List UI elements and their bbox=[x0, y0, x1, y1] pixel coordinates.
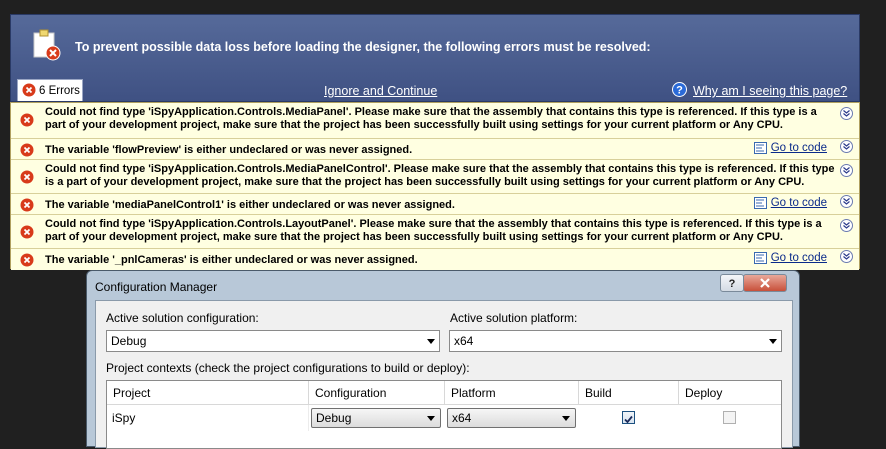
dialog-title: Configuration Manager bbox=[95, 280, 218, 294]
error-message: The variable 'flowPreview' is either und… bbox=[45, 144, 413, 156]
expand-chevron-icon[interactable] bbox=[840, 164, 853, 177]
row-platform-dropdown[interactable]: x64 bbox=[447, 408, 576, 428]
ignore-and-continue-link[interactable]: Ignore and Continue bbox=[324, 84, 437, 98]
build-checkbox[interactable] bbox=[622, 411, 635, 424]
dropdown-arrow-icon bbox=[427, 339, 435, 344]
row-configuration-value: Debug bbox=[316, 411, 352, 425]
row-configuration-dropdown[interactable]: Debug bbox=[311, 408, 441, 428]
error-icon bbox=[20, 170, 34, 184]
tab-errors-label: 6 Errors bbox=[39, 85, 80, 97]
column-header-deploy: Deploy bbox=[679, 381, 781, 405]
checkmark-icon bbox=[624, 415, 633, 424]
error-message: Could not find type 'iSpyApplication.Con… bbox=[45, 163, 835, 188]
help-icon[interactable]: ? bbox=[672, 82, 687, 97]
column-header-project: Project bbox=[107, 381, 309, 405]
error-icon bbox=[20, 198, 34, 212]
error-header: To prevent possible data loss before loa… bbox=[10, 14, 860, 102]
go-to-code-label: Go to code bbox=[770, 252, 827, 265]
dropdown-arrow-icon bbox=[427, 416, 435, 421]
column-header-configuration: Configuration bbox=[309, 381, 445, 405]
designer-error-panel: To prevent possible data loss before loa… bbox=[10, 14, 860, 270]
go-to-code-link[interactable]: Go to code bbox=[753, 142, 827, 155]
error-item: The variable 'flowPreview' is either und… bbox=[11, 139, 859, 160]
svg-text:?: ? bbox=[676, 85, 683, 97]
error-item: Could not find type 'iSpyApplication.Con… bbox=[11, 160, 859, 194]
active-config-dropdown[interactable]: Debug bbox=[106, 330, 440, 352]
expand-chevron-icon[interactable] bbox=[840, 107, 853, 120]
clipboard-error-icon bbox=[33, 29, 61, 61]
dropdown-arrow-icon bbox=[562, 416, 570, 421]
dropdown-arrow-icon bbox=[769, 339, 777, 344]
row-platform-value: x64 bbox=[452, 411, 472, 425]
question-icon: ? bbox=[729, 278, 736, 290]
code-file-icon bbox=[753, 197, 767, 209]
error-header-title: To prevent possible data loss before loa… bbox=[75, 40, 651, 54]
dialog-frame: Configuration Manager ? Active solution … bbox=[86, 270, 800, 449]
go-to-code-label: Go to code bbox=[770, 197, 827, 210]
error-message: Could not find type 'iSpyApplication.Con… bbox=[45, 106, 817, 131]
column-header-platform: Platform bbox=[445, 381, 579, 405]
expand-chevron-icon[interactable] bbox=[840, 140, 853, 153]
error-item: The variable '_pnlCameras' is either und… bbox=[11, 249, 859, 270]
error-message: The variable '_pnlCameras' is either und… bbox=[45, 254, 418, 266]
expand-chevron-icon[interactable] bbox=[840, 250, 853, 263]
deploy-checkbox[interactable] bbox=[723, 411, 736, 424]
go-to-code-label: Go to code bbox=[770, 142, 827, 155]
error-item: The variable 'mediaPanelControl1' is eit… bbox=[11, 194, 859, 215]
error-icon bbox=[20, 225, 34, 239]
error-icon bbox=[20, 253, 34, 267]
code-file-icon bbox=[753, 142, 767, 154]
error-message: Could not find type 'iSpyApplication.Con… bbox=[45, 218, 822, 243]
project-cell: iSpy bbox=[107, 405, 309, 431]
error-list: Could not find type 'iSpyApplication.Con… bbox=[10, 102, 860, 270]
active-config-label: Active solution configuration: bbox=[106, 311, 259, 325]
error-icon bbox=[22, 83, 36, 97]
active-platform-label: Active solution platform: bbox=[450, 311, 578, 325]
error-message: The variable 'mediaPanelControl1' is eit… bbox=[45, 199, 455, 211]
close-button[interactable] bbox=[743, 274, 787, 292]
help-button[interactable]: ? bbox=[720, 274, 744, 292]
dialog-client-area: Active solution configuration: Debug Act… bbox=[95, 300, 793, 449]
why-am-i-seeing-this-link[interactable]: Why am I seeing this page? bbox=[693, 84, 847, 98]
project-contexts-label: Project contexts (check the project conf… bbox=[106, 361, 470, 375]
expand-chevron-icon[interactable] bbox=[840, 195, 853, 208]
error-icon bbox=[20, 143, 34, 157]
active-config-value: Debug bbox=[111, 334, 147, 348]
tab-errors[interactable]: 6 Errors bbox=[17, 79, 83, 101]
error-item: Could not find type 'iSpyApplication.Con… bbox=[11, 103, 859, 139]
go-to-code-link[interactable]: Go to code bbox=[753, 197, 827, 210]
active-platform-value: x64 bbox=[454, 334, 474, 348]
error-item: Could not find type 'iSpyApplication.Con… bbox=[11, 215, 859, 249]
go-to-code-link[interactable]: Go to code bbox=[753, 252, 827, 265]
active-platform-dropdown[interactable]: x64 bbox=[449, 330, 782, 352]
error-icon bbox=[20, 113, 34, 127]
project-contexts-grid: Project Configuration Platform Build Dep… bbox=[106, 380, 782, 449]
expand-chevron-icon[interactable] bbox=[840, 219, 853, 232]
svg-text:?: ? bbox=[729, 278, 736, 290]
configuration-manager-dialog: Configuration Manager ? Active solution … bbox=[86, 270, 800, 449]
close-icon bbox=[760, 278, 770, 288]
code-file-icon bbox=[753, 252, 767, 264]
column-header-build: Build bbox=[579, 381, 679, 405]
